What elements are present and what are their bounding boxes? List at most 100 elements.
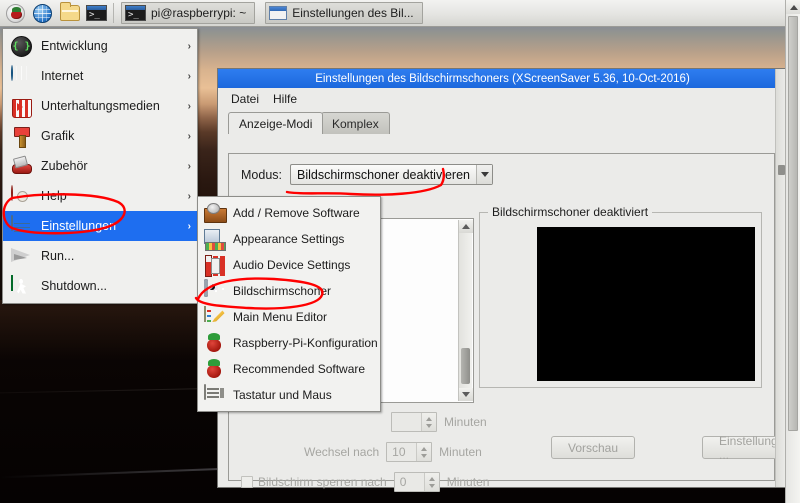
raspberry-pi-icon [204, 333, 225, 354]
graphics-paintbrush-icon [11, 126, 32, 147]
scroll-up-icon[interactable] [786, 0, 800, 14]
taskbar-window-label: Einstellungen des Bil... [292, 6, 414, 20]
appearance-settings-icon [204, 229, 225, 250]
dialog-titlebar[interactable]: Einstellungen des Bildschirmschoners (XS… [218, 69, 787, 88]
stepper-buttons[interactable] [421, 413, 436, 431]
web-browser-icon[interactable] [30, 2, 55, 25]
menu-item-label: Help [41, 189, 67, 203]
menu-item-unterhaltungsmedien[interactable]: Unterhaltungsmedien › [3, 91, 197, 121]
submenu-item-label: Tastatur und Maus [233, 388, 332, 402]
chevron-right-icon: › [187, 160, 191, 172]
chevron-down-icon[interactable] [476, 165, 492, 184]
help-lifering-icon [11, 184, 32, 207]
timer-row-wechsel: Wechsel nach 10 Minuten [304, 442, 482, 462]
lock-screen-checkbox[interactable] [241, 476, 253, 488]
menu-item-label: Internet [41, 69, 84, 83]
timer-value: 10 [392, 445, 406, 459]
submenu-item-raspberry-pi-konfiguration[interactable]: Raspberry-Pi-Konfiguration [198, 330, 380, 356]
submenu-item-audio-device-settings[interactable]: Audio Device Settings [198, 252, 380, 278]
submenu-item-tastatur-und-maus[interactable]: Tastatur und Maus [198, 382, 380, 408]
list-scrollbar-thumb[interactable] [461, 348, 470, 384]
chevron-right-icon: › [187, 220, 191, 232]
menu-item-label: Unterhaltungsmedien [41, 99, 160, 113]
preview-group-label: Bildschirmschoner deaktiviert [488, 205, 653, 219]
submenu-item-main-menu-editor[interactable]: Main Menu Editor [198, 304, 380, 330]
stepper-buttons[interactable] [416, 443, 432, 461]
screen-scrollbar-thumb[interactable] [788, 16, 798, 431]
tab-label: Anzeige-Modi [239, 116, 313, 131]
tab-komplex[interactable]: Komplex [321, 112, 390, 134]
button-label: Vorschau [568, 440, 619, 455]
dialog-menubar: Datei Hilfe [218, 88, 787, 110]
chevron-right-icon: › [187, 40, 191, 52]
add-remove-software-icon [204, 203, 225, 224]
menu-item-internet[interactable]: Internet › [3, 61, 197, 91]
tab-anzeige-modi[interactable]: Anzeige-Modi [228, 112, 324, 134]
application-menu: { } Entwicklung › Internet › Unterhaltun… [2, 28, 198, 304]
chevron-right-icon: › [187, 70, 191, 82]
menu-item-help[interactable]: Help › [3, 181, 197, 211]
preview-button[interactable]: Vorschau [551, 436, 636, 459]
taskbar-window-label: pi@raspberrypi: ~ [151, 6, 247, 20]
submenu-item-bildschirmschoner[interactable]: Bildschirmschoner [198, 278, 380, 304]
scroll-down-icon[interactable] [459, 388, 473, 401]
raspberry-menu-icon[interactable] [3, 2, 28, 25]
screensaver-icon [204, 278, 225, 302]
submenu-item-label: Appearance Settings [233, 232, 345, 246]
menu-datei[interactable]: Datei [226, 90, 264, 108]
stepper-buttons[interactable] [423, 473, 439, 491]
menu-item-label: Shutdown... [41, 279, 108, 293]
chevron-right-icon: › [187, 130, 191, 142]
menu-hilfe[interactable]: Hilfe [268, 90, 302, 108]
screen-scrollbar[interactable] [785, 0, 800, 503]
submenu-item-recommended-software[interactable]: Recommended Software [198, 356, 380, 382]
taskbar-window-xscreensaver[interactable]: Einstellungen des Bil... [265, 2, 423, 24]
timer-label: Wechsel nach [304, 445, 380, 459]
scroll-up-icon[interactable] [459, 220, 473, 233]
file-manager-icon[interactable] [57, 2, 82, 25]
menu-item-zubehoer[interactable]: Zubehör › [3, 151, 197, 181]
menu-item-label: Zubehör [41, 159, 88, 173]
terminal-icon[interactable] [84, 2, 109, 25]
menu-item-entwicklung[interactable]: { } Entwicklung › [3, 31, 197, 61]
menu-item-einstellungen[interactable]: Einstellungen › [3, 211, 197, 241]
timer-value [392, 413, 421, 431]
tab-label: Komplex [332, 116, 379, 131]
dialog-scrollbar-thumb[interactable] [778, 165, 785, 175]
preview-group: Bildschirmschoner deaktiviert [479, 205, 762, 388]
timer-value: 0 [399, 475, 407, 489]
submenu-item-label: Recommended Software [233, 362, 366, 376]
submenu-item-label: Raspberry-Pi-Konfiguration [233, 336, 378, 350]
modus-combobox[interactable]: Bildschirmschoner deaktivieren [290, 164, 493, 185]
menu-item-run[interactable]: Run... [3, 241, 197, 271]
accessories-knife-icon [11, 156, 32, 177]
dialog-title: Einstellungen des Bildschirmschoners (XS… [315, 72, 690, 85]
timer-spinner[interactable] [391, 412, 437, 432]
menu-item-label: Run... [41, 249, 75, 263]
menu-item-shutdown[interactable]: Shutdown... [3, 271, 197, 301]
internet-globe-icon [11, 64, 32, 87]
menu-item-label: Grafik [41, 129, 75, 143]
terminal-icon [125, 5, 146, 21]
timer-label: Bildschirm sperren nach [258, 475, 387, 489]
list-scrollbar[interactable] [458, 220, 473, 401]
media-icon [11, 96, 32, 117]
timer-unit: Minuten [439, 445, 482, 459]
submenu-item-label: Add / Remove Software [233, 206, 360, 220]
run-paperplane-icon [11, 246, 32, 267]
submenu-item-appearance-settings[interactable]: Appearance Settings [198, 226, 380, 252]
window-icon [269, 6, 288, 20]
submenu-item-add-remove-software[interactable]: Add / Remove Software [198, 200, 380, 226]
timer-unit: Minuten [444, 415, 487, 429]
main-menu-editor-icon [204, 305, 225, 328]
raspberry-pi-icon [204, 359, 225, 380]
menu-item-grafik[interactable]: Grafik › [3, 121, 197, 151]
preview-screen [537, 227, 755, 381]
development-icon: { } [11, 35, 32, 57]
timer-spinner[interactable]: 10 [386, 442, 433, 462]
timer-spinner[interactable]: 0 [393, 472, 440, 492]
submenu-item-label: Main Menu Editor [233, 310, 328, 324]
modus-value: Bildschirmschoner deaktivieren [297, 167, 470, 182]
taskbar-window-terminal[interactable]: pi@raspberrypi: ~ [121, 2, 256, 24]
taskbar-separator [113, 3, 114, 23]
